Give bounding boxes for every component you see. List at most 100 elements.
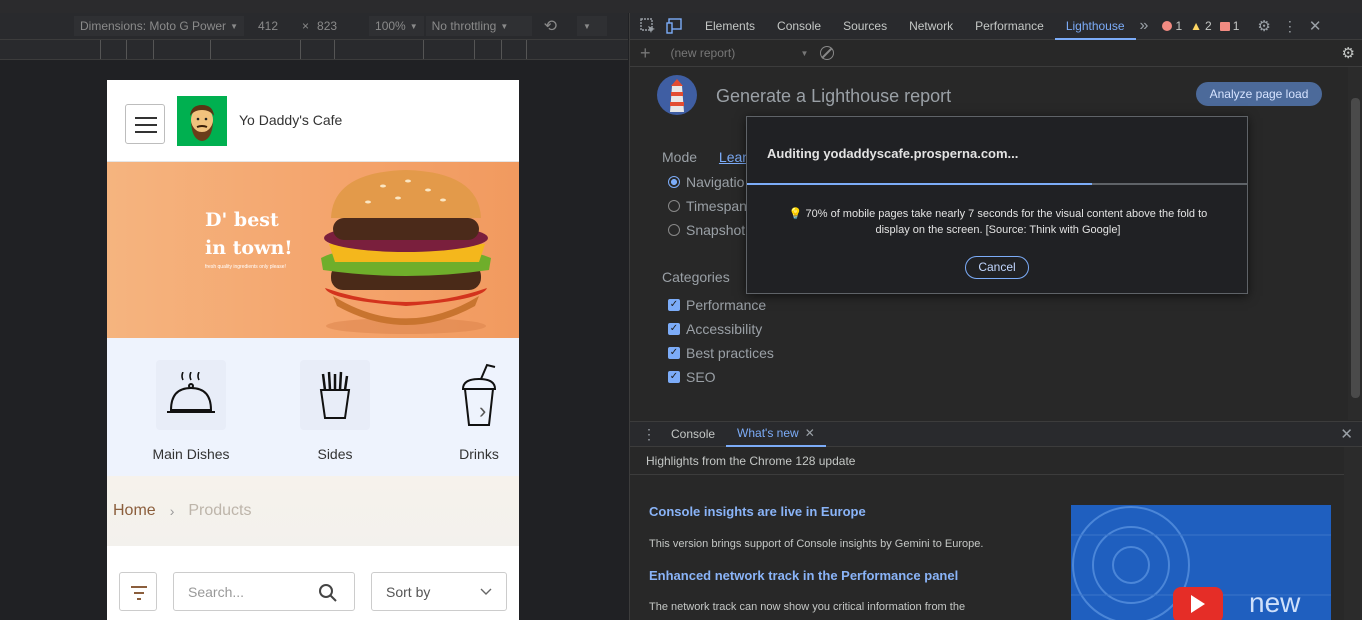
tab-sources[interactable]: Sources <box>832 13 898 40</box>
hero-banner[interactable]: D' best in town! fresh quality ingredien… <box>107 162 519 338</box>
bearded-man-logo-icon <box>190 105 214 141</box>
issues-count-badge[interactable]: 1 <box>1219 19 1239 33</box>
error-count: 1 <box>1175 19 1183 33</box>
auditing-title: Auditing yodaddyscafe.prosperna.com... <box>767 146 1019 161</box>
breadcrumb: Home › Products <box>107 476 519 546</box>
cafe-logo[interactable] <box>177 96 227 146</box>
search-placeholder: Search... <box>188 583 245 600</box>
kebab-menu-icon[interactable]: ⋮ <box>1283 18 1297 35</box>
clear-icon[interactable] <box>820 46 835 60</box>
checkbox-checked-icon: ✓ <box>668 323 680 335</box>
chevron-down-icon: ▼ <box>583 21 591 31</box>
drawer-close-icon[interactable]: ✕ <box>1340 425 1353 443</box>
news-body: The network track can now show you criti… <box>649 601 966 613</box>
mode-label: Mode <box>662 149 698 165</box>
report-select[interactable]: (new report) <box>671 46 801 60</box>
learn-more-link[interactable]: Lear <box>719 149 747 165</box>
site-header: Yo Daddy's Cafe <box>107 80 519 162</box>
warning-count-badge[interactable]: ▲ 2 <box>1190 19 1212 33</box>
zoom-select[interactable]: 100% ▼ <box>369 16 424 36</box>
drawer-tab-whats-new[interactable]: What's new ✕ <box>726 421 826 447</box>
inspect-element-icon[interactable] <box>640 18 656 34</box>
device-toolbar: Dimensions: Moto G Power ▼ 412 × 823 100… <box>0 13 628 40</box>
throttling-label: No throttling <box>431 19 497 33</box>
category-carousel: Main Dishes Sides Drinks › <box>107 338 519 476</box>
carousel-next-icon[interactable]: › <box>479 398 486 424</box>
tab-console[interactable]: Console <box>766 13 832 40</box>
news-body: This version brings support of Console i… <box>649 538 984 550</box>
mode-snapshot-radio[interactable]: Snapshot <box>668 222 745 238</box>
news-image-text: new <box>1249 587 1301 618</box>
device-dimensions-select[interactable]: Dimensions: Moto G Power ▼ <box>74 16 244 36</box>
close-icon[interactable]: ✕ <box>1309 17 1322 35</box>
mode-option-label: Navigatio <box>686 174 745 190</box>
rotate-icon[interactable]: ⟲ <box>544 16 557 36</box>
zoom-label: 100% <box>375 19 406 33</box>
news-title-network-track[interactable]: Enhanced network track in the Performanc… <box>649 568 958 583</box>
search-input[interactable]: Search... <box>173 572 355 611</box>
issue-icon <box>1219 21 1230 31</box>
cancel-button[interactable]: Cancel <box>965 256 1029 279</box>
more-tabs-icon[interactable]: » <box>1140 17 1149 35</box>
cafe-name[interactable]: Yo Daddy's Cafe <box>239 112 342 128</box>
category-label: Sides <box>317 446 353 462</box>
mode-section: Mode Lear <box>662 149 747 165</box>
checkbox-checked-icon: ✓ <box>668 347 680 359</box>
drawer-scrollbar[interactable] <box>1344 447 1362 620</box>
plus-icon[interactable]: + <box>640 43 651 64</box>
category-label: Main Dishes <box>152 446 230 462</box>
mode-option-label: Timespan <box>686 198 747 214</box>
analyze-page-load-button[interactable]: Analyze page load <box>1196 82 1322 106</box>
category-option-label: Accessibility <box>686 321 763 337</box>
chevron-down-icon: ▼ <box>800 48 809 58</box>
close-tab-icon[interactable]: ✕ <box>805 421 815 445</box>
sort-label: Sort by <box>386 583 431 600</box>
device-width-input[interactable]: 412 <box>258 19 294 33</box>
tab-elements[interactable]: Elements <box>694 13 766 40</box>
category-seo-checkbox[interactable]: ✓ SEO <box>668 369 716 385</box>
lighthouse-logo-icon <box>657 75 697 115</box>
device-toggle-icon[interactable] <box>666 18 684 34</box>
error-count-badge[interactable]: 1 <box>1162 19 1182 33</box>
category-best-practices-checkbox[interactable]: ✓ Best practices <box>668 345 774 361</box>
hero-subtitle: fresh quality ingredients only please! <box>205 264 286 270</box>
mode-timespan-radio[interactable]: Timespan <box>668 198 747 214</box>
breadcrumb-current: Products <box>188 502 252 519</box>
media-query-ruler[interactable] <box>0 40 628 60</box>
audit-tip: 💡 70% of mobile pages take nearly 7 seco… <box>767 206 1229 238</box>
drawer-tab-console[interactable]: Console <box>660 421 726 447</box>
tab-lighthouse[interactable]: Lighthouse <box>1054 13 1136 40</box>
gear-icon[interactable]: ⚙ <box>1257 17 1270 35</box>
news-title-console-insights[interactable]: Console insights are live in Europe <box>649 504 866 519</box>
category-main-dishes[interactable]: Main Dishes <box>152 360 230 462</box>
drawer-menu-icon[interactable]: ⋮ <box>642 426 656 443</box>
throttling-select[interactable]: No throttling ▼ <box>425 16 532 36</box>
tab-performance[interactable]: Performance <box>964 13 1055 40</box>
lighthouse-settings-gear-icon[interactable]: ⚙ <box>1342 44 1355 62</box>
food-cloche-icon <box>167 372 215 413</box>
category-label: Drinks <box>459 446 499 462</box>
auditing-dialog: Auditing yodaddyscafe.prosperna.com... 💡… <box>746 116 1248 294</box>
category-accessibility-checkbox[interactable]: ✓ Accessibility <box>668 321 762 337</box>
chevron-down-icon <box>480 588 492 595</box>
radio-icon <box>668 224 680 236</box>
device-more-select[interactable]: ▼ <box>577 16 608 36</box>
lightbulb-icon: 💡 <box>788 208 803 220</box>
lighthouse-scrollbar-thumb[interactable] <box>1351 98 1360 398</box>
chevron-down-icon: ▼ <box>409 21 418 31</box>
mode-navigation-radio[interactable]: Navigatio <box>668 174 744 190</box>
breadcrumb-home-link[interactable]: Home <box>113 502 156 520</box>
fries-icon <box>319 371 351 419</box>
product-filters: Search... Sort by <box>113 548 513 620</box>
drawer-tab-whats-new-label: What's new <box>737 426 799 440</box>
whats-new-video-thumbnail[interactable]: new <box>1071 505 1331 620</box>
filter-button[interactable] <box>119 572 157 611</box>
breadcrumb-separator-icon: › <box>169 503 175 519</box>
sort-select[interactable]: Sort by <box>371 572 507 611</box>
category-sides[interactable]: Sides <box>300 360 370 462</box>
category-performance-checkbox[interactable]: ✓ Performance <box>668 297 766 313</box>
tab-network[interactable]: Network <box>898 13 964 40</box>
hamburger-menu-button[interactable] <box>125 104 165 144</box>
device-height-input[interactable]: 823 <box>317 19 357 33</box>
error-icon <box>1162 21 1173 31</box>
